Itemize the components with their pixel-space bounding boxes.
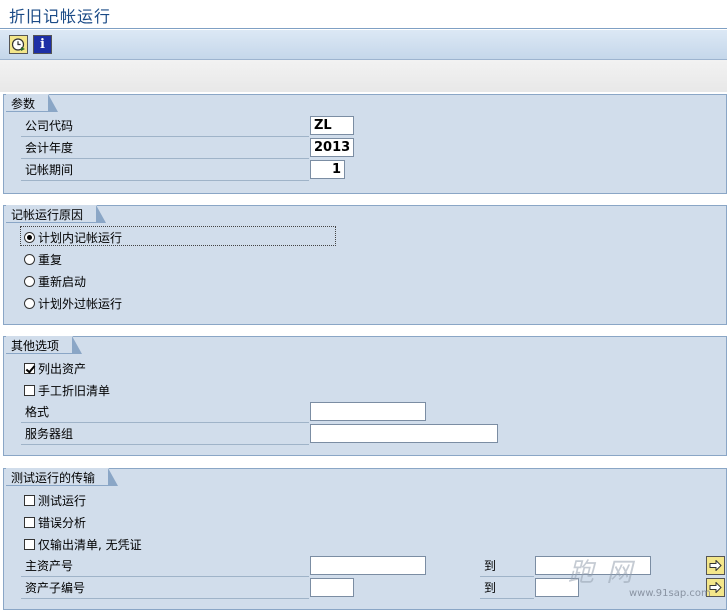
checkbox-manual-depreciation[interactable]: 手工折旧清单 bbox=[24, 381, 110, 399]
radio-restart[interactable]: 重新启动 bbox=[24, 272, 86, 290]
checkbox-icon bbox=[24, 494, 35, 506]
posting-period-underline bbox=[21, 180, 309, 181]
checkbox-icon bbox=[24, 516, 35, 528]
radio-repeat-run[interactable]: 重复 bbox=[24, 250, 62, 268]
page-title: 折旧记帐运行 bbox=[9, 7, 112, 26]
checkbox-icon bbox=[24, 538, 35, 550]
header-band bbox=[0, 60, 727, 92]
watermark-url: www.91sap.com bbox=[629, 588, 711, 599]
group-posting-reason: 记帐运行原因 计划内记帐运行 重复 重新启动 计划外过帐运行 bbox=[3, 205, 727, 325]
list-only-label: 仅输出清单, 无凭证 bbox=[38, 537, 142, 552]
multiple-selection-arrow-icon[interactable] bbox=[706, 556, 725, 575]
asset-subnumber-label: 资产子编号 bbox=[25, 581, 86, 595]
checkbox-error-analysis[interactable]: 错误分析 bbox=[24, 513, 86, 531]
posting-period-label: 记帐期间 bbox=[25, 163, 74, 177]
radio-unplanned-run-label: 计划外过帐运行 bbox=[38, 296, 123, 311]
main-asset-to-underline bbox=[480, 576, 534, 577]
fiscal-year-label: 会计年度 bbox=[25, 141, 74, 155]
checkbox-test-run[interactable]: 测试运行 bbox=[24, 491, 86, 509]
radio-planned-run-label: 计划内记帐运行 bbox=[38, 230, 123, 245]
error-analysis-label: 错误分析 bbox=[38, 515, 87, 530]
checkbox-list-only[interactable]: 仅输出清单, 无凭证 bbox=[24, 535, 142, 553]
company-code-label: 公司代码 bbox=[25, 119, 74, 133]
server-group-field[interactable] bbox=[310, 424, 498, 443]
asset-subnumber-from-field[interactable] bbox=[310, 578, 354, 597]
checkbox-checked-icon bbox=[24, 362, 35, 374]
group-other-options: 其他选项 列出资产 手工折旧清单 格式 服务器组 bbox=[3, 336, 727, 456]
test-run-label: 测试运行 bbox=[38, 493, 87, 508]
asset-subnumber-to-label: 到 bbox=[484, 581, 497, 595]
company-code-underline bbox=[21, 136, 309, 137]
asset-subnumber-underline bbox=[21, 598, 309, 599]
fiscal-year-field[interactable]: 2013 bbox=[310, 138, 354, 157]
manual-depreciation-label: 手工折旧清单 bbox=[38, 383, 111, 398]
server-group-underline bbox=[21, 444, 309, 445]
list-assets-label: 列出资产 bbox=[38, 361, 87, 376]
posting-period-field[interactable]: 1 bbox=[310, 160, 345, 179]
application-toolbar: i bbox=[0, 30, 727, 60]
group-title-posting-reason: 记帐运行原因 bbox=[6, 205, 107, 223]
layout-underline bbox=[21, 422, 309, 423]
group-title-parameters: 参数 bbox=[6, 94, 59, 112]
main-asset-underline bbox=[21, 576, 309, 577]
radio-planned-run[interactable]: 计划内记帐运行 bbox=[24, 228, 122, 246]
radio-restart-label: 重新启动 bbox=[38, 274, 87, 289]
title-divider bbox=[0, 28, 727, 29]
main-asset-from-field[interactable] bbox=[310, 556, 426, 575]
company-code-field[interactable]: ZL bbox=[310, 116, 354, 135]
group-title-other-options: 其他选项 bbox=[6, 336, 83, 354]
radio-icon bbox=[24, 253, 35, 265]
asset-subnumber-to-underline bbox=[480, 598, 534, 599]
radio-repeat-run-label: 重复 bbox=[38, 252, 63, 267]
title-bar: 折旧记帐运行 bbox=[0, 0, 727, 30]
execute-clock-icon[interactable] bbox=[9, 35, 28, 54]
server-group-label: 服务器组 bbox=[25, 427, 74, 441]
main-asset-to-label: 到 bbox=[484, 559, 497, 573]
group-parameters: 参数 公司代码 ZL 会计年度 2013 记帐期间 1 bbox=[3, 94, 727, 194]
fiscal-year-underline bbox=[21, 158, 309, 159]
radio-icon bbox=[24, 297, 35, 309]
group-title-test-run: 测试运行的传输 bbox=[6, 468, 119, 486]
radio-selected-icon bbox=[24, 231, 35, 243]
info-icon[interactable]: i bbox=[33, 35, 52, 54]
layout-label: 格式 bbox=[25, 405, 50, 419]
radio-unplanned-run[interactable]: 计划外过帐运行 bbox=[24, 294, 122, 312]
checkbox-icon bbox=[24, 384, 35, 396]
layout-field[interactable] bbox=[310, 402, 426, 421]
checkbox-list-assets[interactable]: 列出资产 bbox=[24, 359, 86, 377]
radio-icon bbox=[24, 275, 35, 287]
main-asset-label: 主资产号 bbox=[25, 559, 74, 573]
watermark-logo: 跑 网 bbox=[568, 558, 635, 588]
